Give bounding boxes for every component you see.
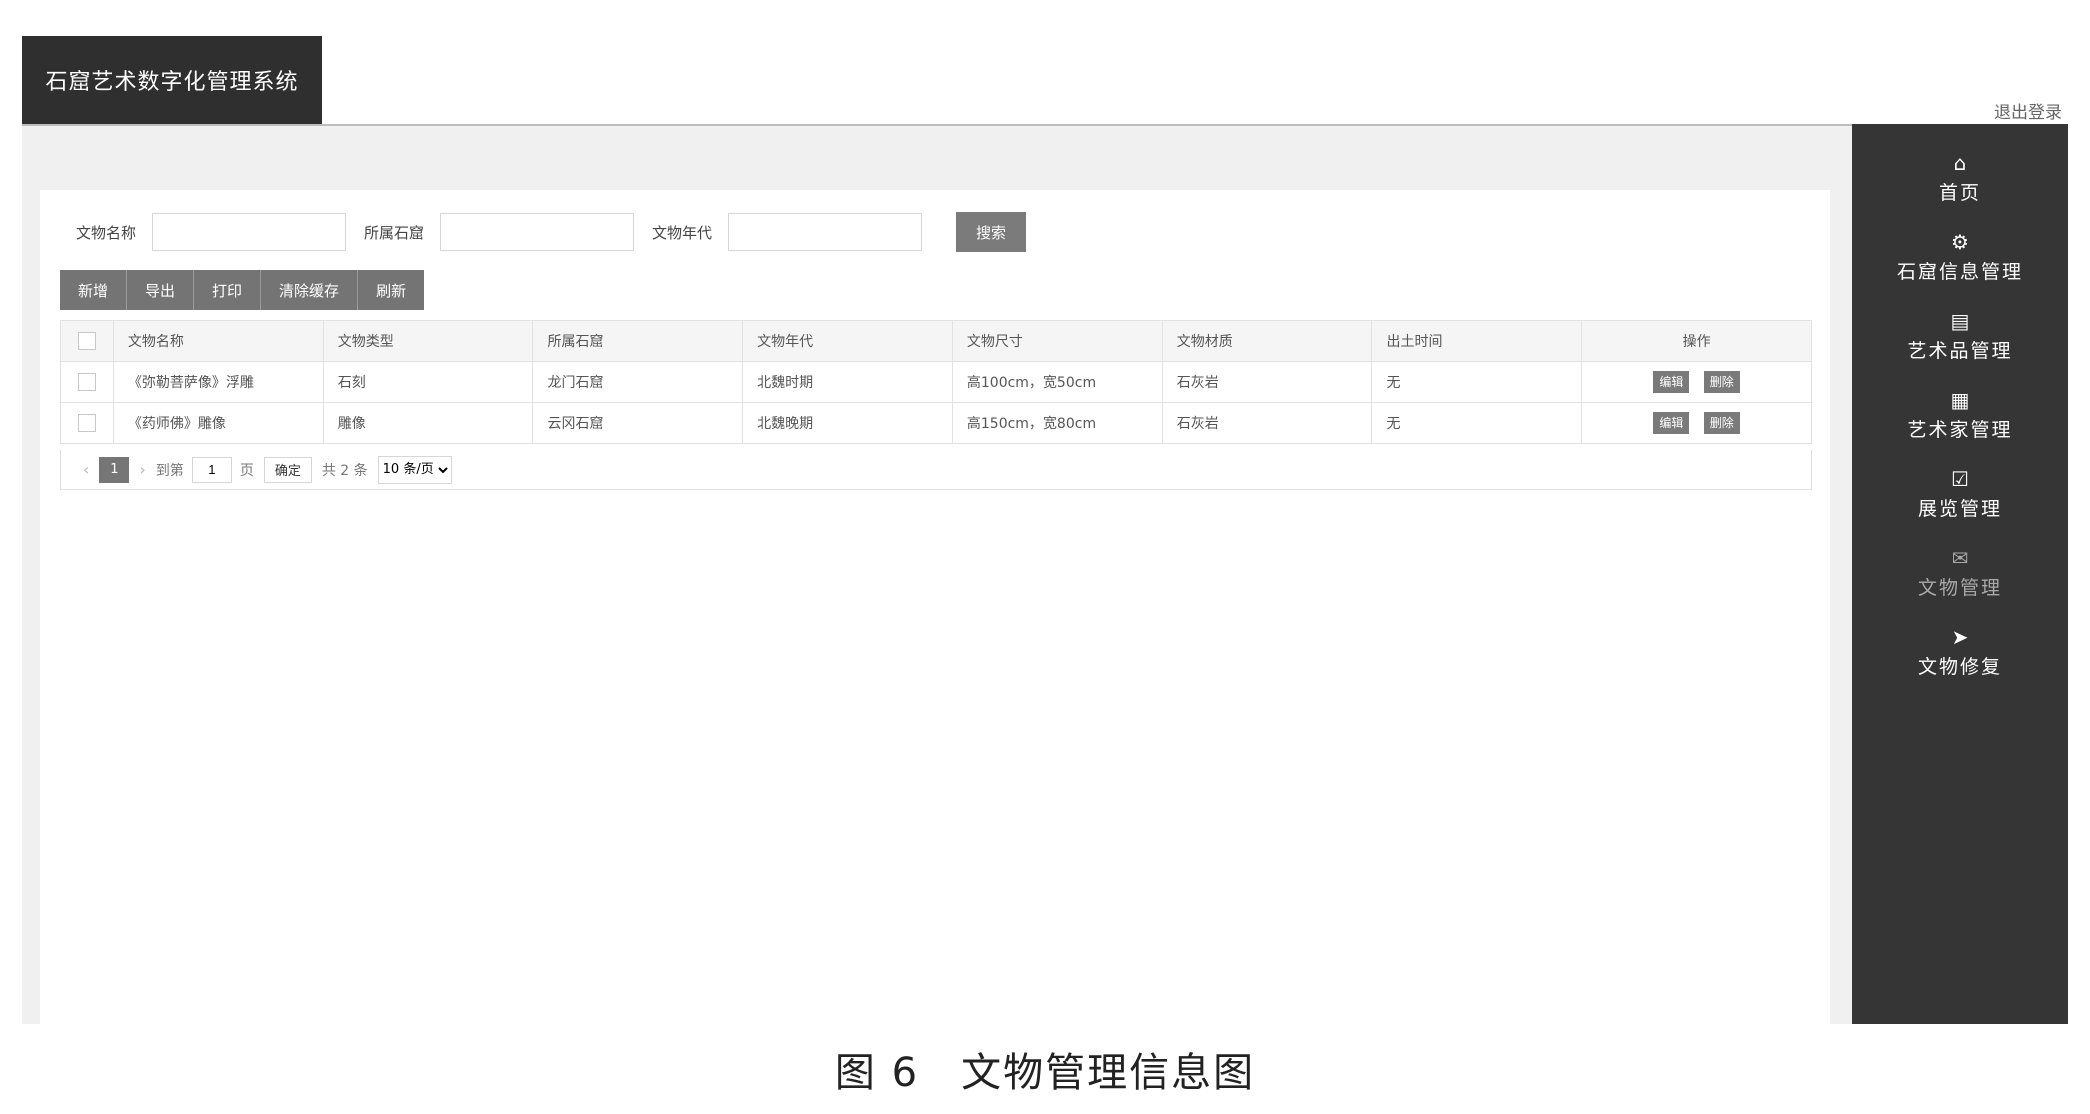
goto-label: 到第 <box>155 462 184 479</box>
artifact-era-input[interactable] <box>728 213 923 251</box>
grid-icon: ▦ <box>1950 388 1970 412</box>
action-toolbar: 新增 导出 打印 清除缓存 刷新 <box>60 270 425 310</box>
row-checkbox[interactable] <box>60 402 114 444</box>
edit-button[interactable]: 编辑 <box>1653 412 1690 434</box>
total-count: 共 2 条 <box>321 462 368 479</box>
goto-page-input[interactable] <box>191 456 232 483</box>
table-row: 《弥勒菩萨像》浮雕 石刻 龙门石窟 北魏时期 高100cm，宽50cm 石灰岩 … <box>60 361 1812 403</box>
cell-actions: 编辑 删除 <box>1581 402 1812 444</box>
column-header[interactable]: 文物尺寸 <box>951 320 1163 362</box>
export-button[interactable]: 导出 <box>127 270 195 310</box>
row-checkbox[interactable] <box>60 361 114 403</box>
cave-label: 所属石窟 <box>364 223 425 242</box>
column-header[interactable]: 文物类型 <box>322 320 534 362</box>
column-header[interactable]: 文物材质 <box>1161 320 1373 362</box>
refresh-button[interactable]: 刷新 <box>358 270 425 310</box>
sidebar-item-artworks[interactable]: ▤ 艺术品管理 <box>1852 308 2068 378</box>
page-unit-label: 页 <box>239 462 254 479</box>
search-button[interactable]: 搜索 <box>956 212 1027 252</box>
cell-name: 《药师佛》雕像 <box>112 402 324 444</box>
cell-size: 高150cm，宽80cm <box>951 402 1163 444</box>
app-window: 石窟艺术数字化管理系统 退出登录 文物名称 所属石窟 文物年代 搜索 新增 导出… <box>0 0 2090 1114</box>
column-header: 操作 <box>1581 320 1812 362</box>
artifact-table: 文物名称 文物类型 所属石窟 文物年代 文物尺寸 文物材质 出土时间 操作 《弥… <box>60 320 1812 444</box>
goto-confirm-button[interactable]: 确定 <box>263 456 312 483</box>
print-button[interactable]: 打印 <box>194 270 262 310</box>
select-all-checkbox[interactable] <box>60 320 114 362</box>
content-panel <box>40 190 1830 1024</box>
sidebar-item-label: 文物修复 <box>1917 656 2002 678</box>
artifact-name-input[interactable] <box>152 213 347 251</box>
cell-cave: 云冈石窟 <box>532 402 744 444</box>
cell-type: 雕像 <box>322 402 534 444</box>
cave-input[interactable] <box>440 213 635 251</box>
cell-type: 石刻 <box>322 361 534 403</box>
envelope-icon: ✉ <box>1951 546 1969 570</box>
sidebar-item-home[interactable]: ⌂ 首页 <box>1852 150 2068 220</box>
sidebar-item-label: 文物管理 <box>1917 577 2002 599</box>
delete-button[interactable]: 删除 <box>1703 371 1740 393</box>
sidebar-item-label: 首页 <box>1938 182 1981 204</box>
next-page-icon[interactable]: › <box>139 460 145 479</box>
cell-material: 石灰岩 <box>1161 361 1373 403</box>
clear-cache-button[interactable]: 清除缓存 <box>261 270 359 310</box>
cell-era: 北魏时期 <box>742 361 953 403</box>
sidebar-item-cave-info[interactable]: ⚙ 石窟信息管理 <box>1852 229 2068 299</box>
system-title: 石窟艺术数字化管理系统 <box>22 36 322 124</box>
column-header[interactable]: 出土时间 <box>1371 320 1583 362</box>
gears-icon: ⚙ <box>1951 230 1969 254</box>
home-icon: ⌂ <box>1953 151 1967 175</box>
sidebar-item-label: 艺术家管理 <box>1907 419 2013 441</box>
cell-cave: 龙门石窟 <box>532 361 744 403</box>
column-header[interactable]: 所属石窟 <box>532 320 744 362</box>
delete-button[interactable]: 删除 <box>1703 412 1740 434</box>
sidebar-item-label: 展览管理 <box>1917 498 2002 520</box>
figure-caption: 图 6 文物管理信息图 <box>834 1050 1256 1096</box>
sidebar-item-label: 艺术品管理 <box>1907 340 2013 362</box>
top-header: 石窟艺术数字化管理系统 退出登录 <box>22 36 2062 127</box>
cell-era: 北魏晚期 <box>742 402 953 444</box>
cell-unearthed: 无 <box>1371 361 1583 403</box>
current-page[interactable]: 1 <box>99 456 130 483</box>
search-form: 文物名称 所属石窟 文物年代 搜索 <box>76 212 1027 252</box>
sidebar-item-artists[interactable]: ▦ 艺术家管理 <box>1852 387 2068 457</box>
table-header-row: 文物名称 文物类型 所属石窟 文物年代 文物尺寸 文物材质 出土时间 操作 <box>60 320 1812 362</box>
sidebar-item-artifacts[interactable]: ✉ 文物管理 <box>1852 545 2068 615</box>
table-row: 《药师佛》雕像 雕像 云冈石窟 北魏晚期 高150cm，宽80cm 石灰岩 无 … <box>60 402 1812 444</box>
column-header[interactable]: 文物名称 <box>112 320 324 362</box>
cell-name: 《弥勒菩萨像》浮雕 <box>112 361 324 403</box>
cell-size: 高100cm，宽50cm <box>951 361 1163 403</box>
location-arrow-icon: ➤ <box>1951 625 1969 649</box>
artifact-name-label: 文物名称 <box>76 223 137 242</box>
edit-button[interactable]: 编辑 <box>1653 371 1690 393</box>
sidebar-item-exhibitions[interactable]: ☑ 展览管理 <box>1852 466 2068 536</box>
sidebar-item-label: 石窟信息管理 <box>1896 261 2023 283</box>
cell-unearthed: 无 <box>1371 402 1583 444</box>
pagination: ‹ 1 › 到第 页 确定 共 2 条 10 条/页 <box>60 450 1812 490</box>
book-icon: ▤ <box>1950 309 1970 333</box>
cell-material: 石灰岩 <box>1161 402 1373 444</box>
artifact-era-label: 文物年代 <box>652 223 713 242</box>
sidebar-item-restoration[interactable]: ➤ 文物修复 <box>1852 624 2068 694</box>
sidebar: ⌂ 首页 ⚙ 石窟信息管理 ▤ 艺术品管理 ▦ 艺术家管理 ☑ 展览管理 ✉ 文… <box>1852 124 2068 1024</box>
checkbox-icon: ☑ <box>1951 467 1969 491</box>
page-size-select[interactable]: 10 条/页 <box>377 455 452 484</box>
column-header[interactable]: 文物年代 <box>742 320 953 362</box>
cell-actions: 编辑 删除 <box>1581 361 1812 403</box>
add-button[interactable]: 新增 <box>60 270 128 310</box>
prev-page-icon[interactable]: ‹ <box>83 460 89 479</box>
logout-link[interactable]: 退出登录 <box>1994 98 2062 123</box>
